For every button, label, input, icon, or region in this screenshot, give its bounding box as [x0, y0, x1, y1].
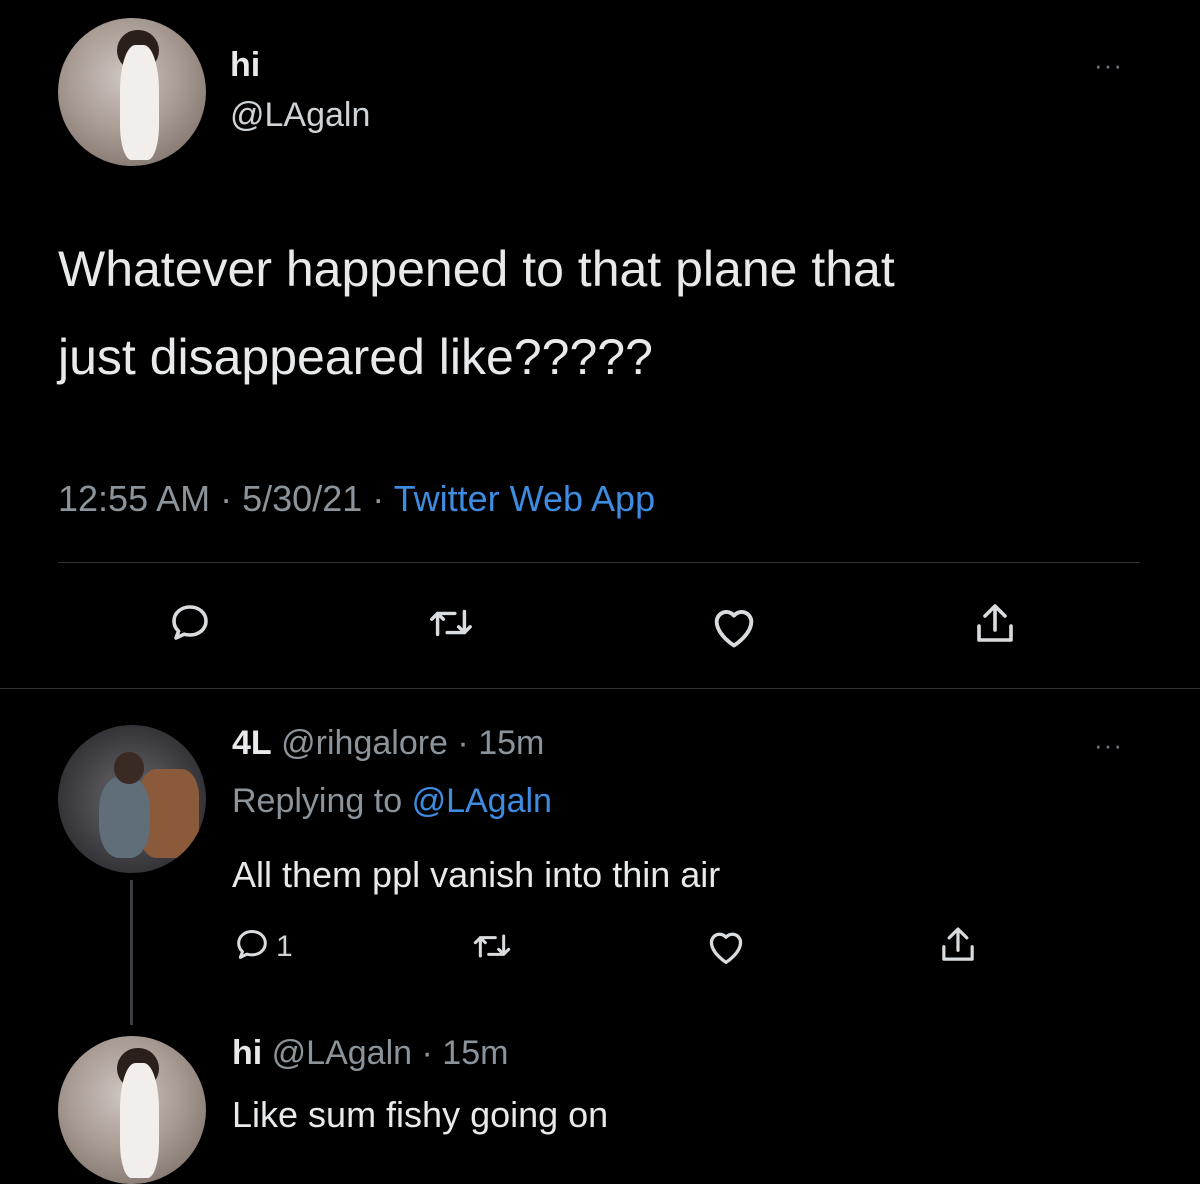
reply-age: 15m: [442, 1034, 509, 1072]
replying-to-handle[interactable]: @LAgaln: [412, 782, 552, 820]
avatar-figure: [120, 1062, 159, 1179]
reply-text: All them ppl vanish into thin air: [232, 854, 721, 895]
display-name[interactable]: hi: [232, 1034, 262, 1072]
share-icon[interactable]: [970, 598, 1020, 650]
divider: [0, 688, 1200, 689]
tweet-text-line-2: just disappeared like?????: [58, 329, 653, 385]
retweet-icon[interactable]: [426, 600, 476, 646]
reply-header: hi @LAgaln · 15m: [232, 1034, 508, 1073]
user-handle[interactable]: @LAgaln: [272, 1034, 412, 1072]
reply-count: 1: [276, 930, 293, 963]
display-name[interactable]: hi: [230, 46, 260, 85]
tweet-source-link[interactable]: Twitter Web App: [394, 478, 655, 519]
more-icon[interactable]: ···: [1094, 732, 1123, 758]
avatar[interactable]: [58, 725, 206, 873]
tweet-date: 5/30/21: [242, 478, 363, 519]
display-name[interactable]: 4L: [232, 724, 272, 762]
tweet-time: 12:55 AM: [58, 478, 211, 519]
heart-icon[interactable]: [704, 926, 748, 966]
user-handle[interactable]: @rihgalore: [281, 724, 448, 762]
share-icon[interactable]: [936, 922, 980, 968]
divider: [58, 562, 1140, 563]
meta-separator: ·: [457, 724, 469, 762]
avatar-head: [114, 751, 144, 785]
avatar[interactable]: [58, 18, 206, 166]
reply-icon[interactable]: [232, 924, 272, 964]
reply-icon[interactable]: [166, 598, 214, 646]
user-handle[interactable]: @LAgaln: [230, 96, 370, 135]
replying-to: Replying to @LAgaln: [232, 782, 552, 821]
tweet-text-line-1: Whatever happened to that plane that: [58, 241, 895, 297]
avatar-figure: [99, 776, 150, 859]
reply-text: Like sum fishy going on: [232, 1094, 609, 1135]
thread-line: [130, 880, 133, 1025]
more-icon[interactable]: ···: [1094, 52, 1123, 78]
avatar-figure: [120, 44, 159, 161]
meta-separator: ·: [421, 1034, 433, 1072]
retweet-icon[interactable]: [470, 926, 514, 966]
tweet-meta: 12:55 AM · 5/30/21 · Twitter Web App: [58, 478, 655, 520]
heart-icon[interactable]: [708, 602, 760, 650]
avatar[interactable]: [58, 1036, 206, 1184]
replying-to-label: Replying to: [232, 782, 403, 820]
reply-header: 4L @rihgalore · 15m: [232, 724, 544, 763]
meta-separator: ·: [220, 478, 233, 519]
reply-age: 15m: [478, 724, 545, 762]
meta-separator: ·: [372, 478, 385, 519]
